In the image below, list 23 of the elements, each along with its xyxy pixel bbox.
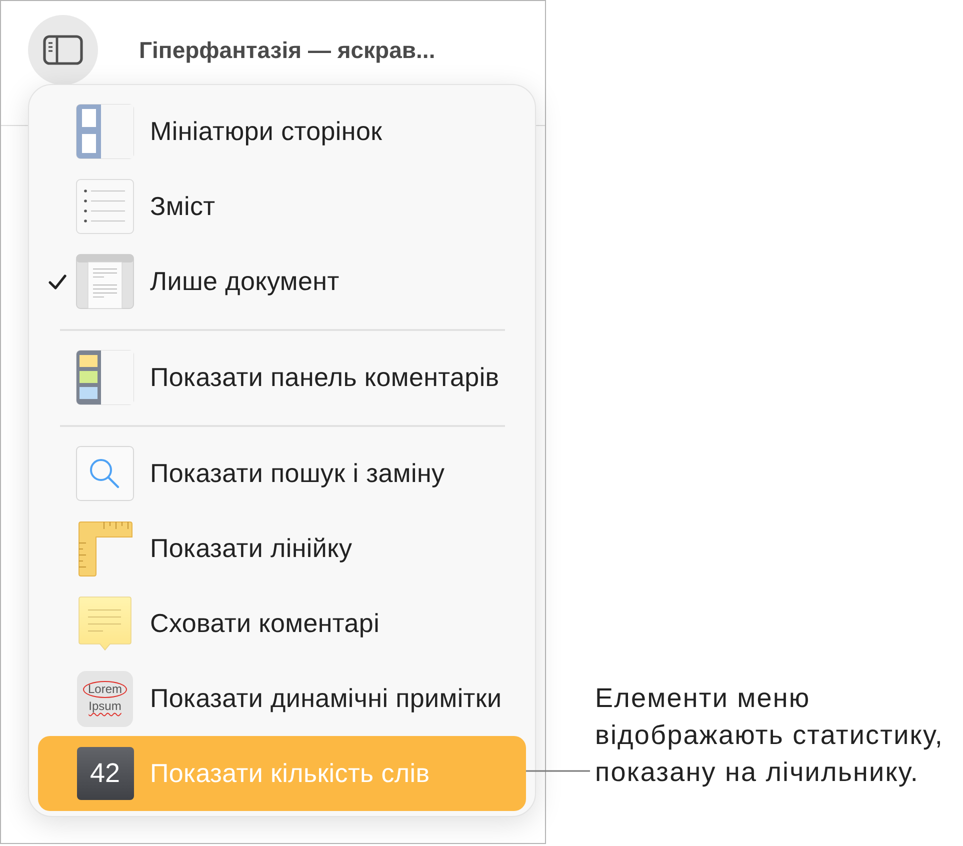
search-icon: [76, 446, 134, 501]
menu-item[interactable]: Показати пошук і заміну: [38, 436, 526, 511]
callout-text: Елементи меню відображають статистику, показану на лічильнику.: [595, 682, 944, 789]
menu-item[interactable]: Лише документ: [38, 244, 526, 319]
document-page-icon: [76, 254, 134, 309]
menu-item[interactable]: Показати панель коментарів: [38, 340, 526, 415]
sidebar-icon: [43, 35, 83, 65]
page-thumbnails-icon: [76, 104, 134, 159]
menu-item[interactable]: Lorem Ipsum Показати динамічні примітки: [38, 661, 526, 736]
menu-item[interactable]: Показати лінійку: [38, 511, 526, 586]
counter-tile: 42: [76, 747, 134, 800]
menu-item[interactable]: Сховати коментарі: [38, 586, 526, 661]
window-title: Гіперфантазія — яскрав...: [139, 36, 436, 65]
comment-sidebar-icon: [76, 350, 134, 405]
menu-item[interactable]: 42 Показати кількість слів: [38, 736, 526, 811]
list-icon: [76, 179, 134, 234]
ruler-icon: [78, 520, 132, 576]
leader-line: [526, 770, 590, 772]
circled-word: Lorem: [82, 681, 127, 698]
note-icon: [78, 596, 132, 651]
menu-item[interactable]: Мініатюри сторінок: [38, 94, 526, 169]
menu-item[interactable]: Зміст: [38, 169, 526, 244]
underlined-word: Ipsum: [88, 700, 122, 715]
